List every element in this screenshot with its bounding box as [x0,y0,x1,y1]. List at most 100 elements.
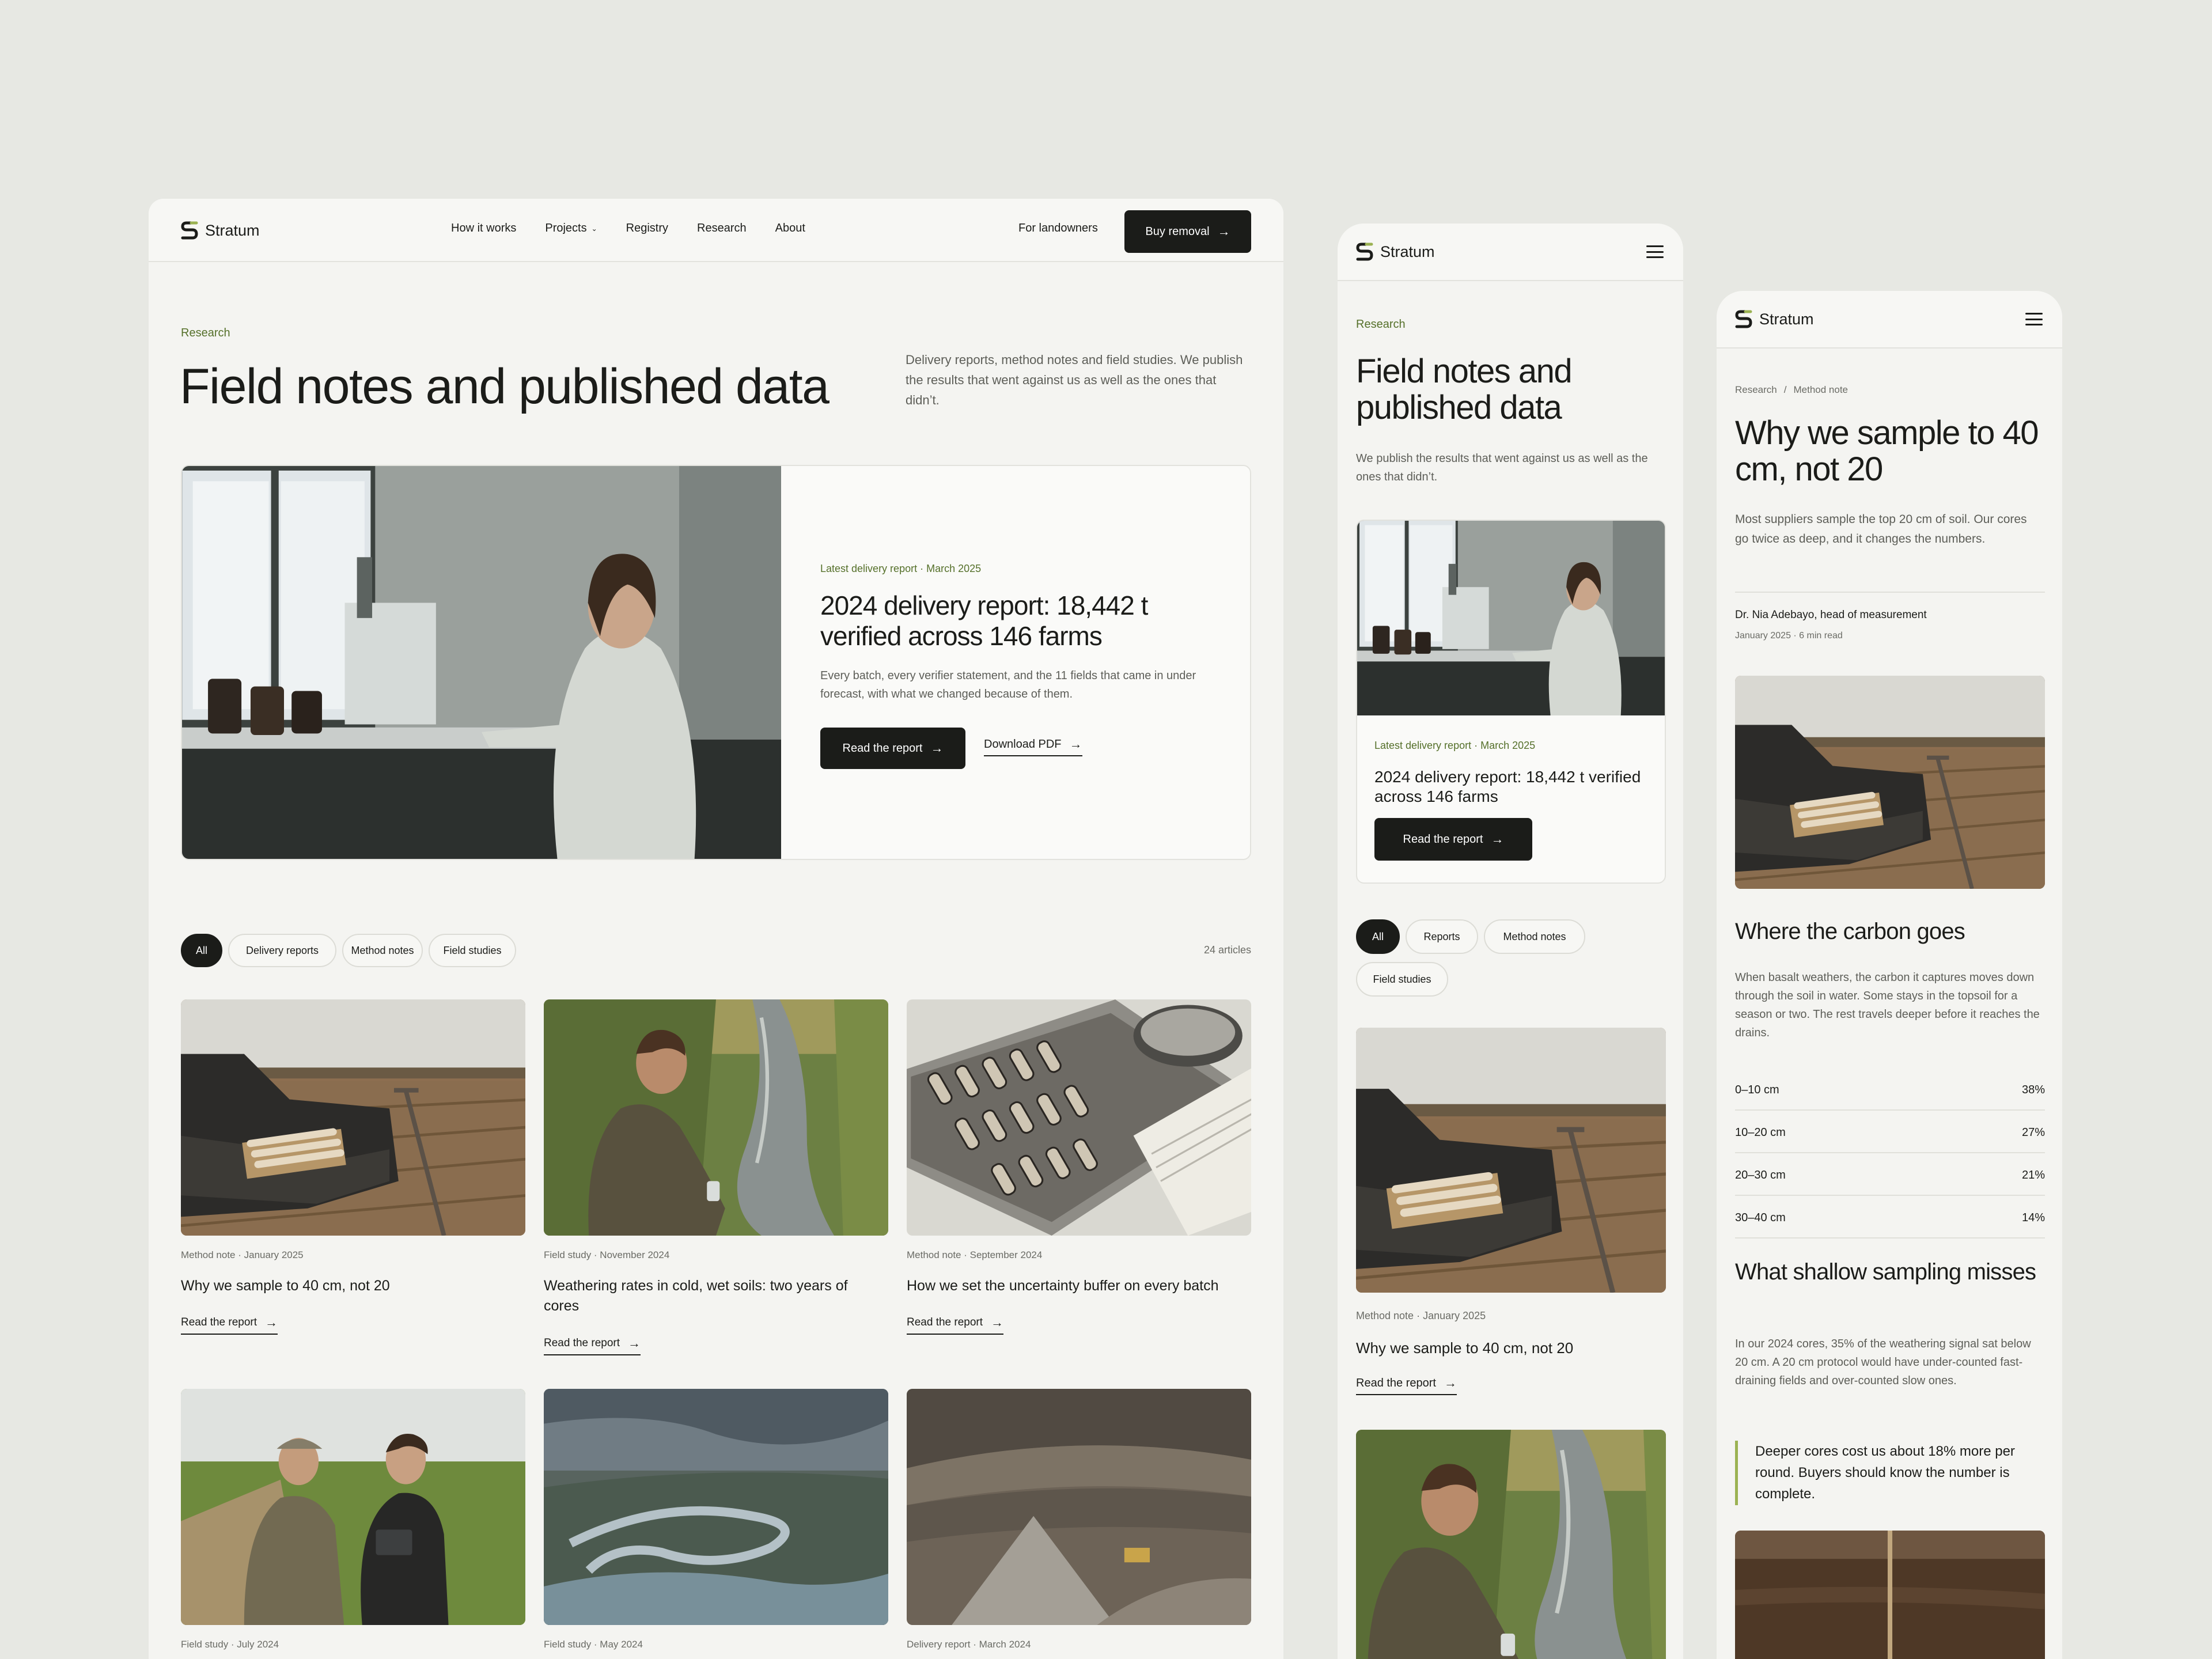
card-title[interactable]: Why we sample to 40 cm, not 20 [1356,1338,1666,1358]
card-image-stream[interactable] [1356,1430,1666,1659]
arrow-right-icon: → [265,1315,278,1330]
card-image-truck[interactable] [181,999,525,1236]
depth-value: 38% [2021,1084,2045,1096]
arrow-right-icon: → [930,741,944,755]
mobile-research-frame: Stratum Research Field notes and publish… [1338,224,1683,1659]
featured-meta: Latest delivery report · March 2025 [1374,740,1536,751]
read-report-link[interactable]: Read the report → [181,1315,278,1335]
depth-value: 14% [2021,1211,2045,1224]
for-landowners-link[interactable]: For landowners [1018,222,1098,235]
card-image-river[interactable] [544,1389,888,1625]
page-intro: We publish the results that went against… [1356,452,1648,483]
breadcrumb-research[interactable]: Research [1735,384,1777,396]
card-meta: Field study · July 2024 [181,1639,279,1650]
brand-logo[interactable]: Stratum [181,221,260,240]
lab-photo [182,466,781,860]
section-heading: Where the carbon goes [1735,919,1965,944]
page-intro: Delivery reports, method notes and field… [906,353,1243,408]
card-image-tray[interactable] [907,999,1251,1236]
card-image-stream[interactable] [544,999,888,1236]
site-header: Stratum How it works Projects ⌄ Registry … [149,199,1283,262]
section-heading: What shallow sampling misses [1735,1259,2036,1285]
mobile-header: Stratum [1338,224,1683,281]
depth-label: 0–10 cm [1735,1084,1779,1096]
soil-pit-image [1735,1531,2045,1659]
filter-delivery-reports[interactable]: Delivery reports [228,934,336,967]
featured-body: Every batch, every verifier statement, a… [820,669,1196,700]
brand-name: Stratum [1380,243,1435,260]
arrow-right-icon: → [991,1315,1004,1330]
card-meta: Method note · January 2025 [1356,1310,1486,1321]
brand-logo[interactable]: Stratum [1356,242,1435,262]
card-meta: Method note · January 2025 [181,1249,304,1260]
read-report-button[interactable]: Read the report → [820,728,965,769]
nav-item-about[interactable]: About [775,222,805,235]
depth-value: 27% [2021,1126,2045,1139]
button-label: Buy removal [1145,225,1210,238]
divider [1735,592,2045,593]
depth-value: 21% [2021,1169,2045,1181]
featured-title: 2024 delivery report: 18,442 t verified … [820,590,1148,651]
nav-item-projects[interactable]: Projects ⌄ [545,222,597,235]
filter-field-studies[interactable]: Field studies [429,934,516,967]
page-title: Field notes and published data [180,359,830,414]
card-title[interactable]: Why we sample to 40 cm, not 20 [181,1276,521,1296]
link-label: Read the report [907,1316,983,1328]
page-eyebrow: Research [181,327,230,339]
featured-report-card[interactable]: Latest delivery report · March 2025 2024… [181,465,1251,860]
filter-method-notes[interactable]: Method notes [1484,919,1585,954]
arrow-right-icon: → [1491,832,1504,846]
depth-row: 30–40 cm 14% [1735,1211,2045,1238]
arrow-right-icon: → [1444,1376,1457,1390]
read-report-button[interactable]: Read the report → [1374,818,1532,861]
featured-title: 2024 delivery report: 18,442 t verified … [1374,768,1641,805]
card-image-truck[interactable] [1356,1028,1666,1293]
breadcrumb: Research / Method note [1735,384,1848,396]
article-count: 24 articles [1203,944,1251,956]
breadcrumb-method-note[interactable]: Method note [1794,384,1849,396]
read-report-link[interactable]: Read the report → [544,1336,641,1355]
read-report-link[interactable]: Read the report → [1356,1376,1457,1395]
filter-reports[interactable]: Reports [1406,919,1478,954]
card-image-farmers[interactable] [181,1389,525,1625]
filter-all[interactable]: All [1356,919,1400,954]
card-image-quarry[interactable] [907,1389,1251,1625]
nav-item-how-it-works[interactable]: How it works [451,222,516,235]
link-label: Read the report [1356,1376,1436,1389]
menu-icon[interactable] [2025,313,2043,325]
featured-report-card[interactable]: Latest delivery report · March 2025 2024… [1356,520,1666,884]
buy-removal-button[interactable]: Buy removal → [1124,210,1251,253]
featured-meta: Latest delivery report · March 2025 [820,563,982,574]
nav-item-research[interactable]: Research [697,222,747,235]
card-title[interactable]: Weathering rates in cold, wet soils: two… [544,1276,884,1316]
button-label: Read the report [1403,832,1483,846]
button-label: Read the report [842,741,923,755]
link-label: Read the report [544,1337,620,1349]
card-meta: Field study · May 2024 [544,1639,643,1650]
page-eyebrow: Research [1356,318,1406,331]
filter-field-studies[interactable]: Field studies [1356,962,1448,997]
article-date: January 2025 · 6 min read [1735,631,1843,641]
desktop-frame: Stratum How it works Projects ⌄ Registry … [149,199,1283,1659]
brand-logo[interactable]: Stratum [1735,309,1814,329]
article-lede: Most suppliers sample the top 20 cm of s… [1735,513,2027,546]
chevron-down-icon: ⌄ [591,224,597,233]
filter-method-notes[interactable]: Method notes [342,934,423,967]
menu-icon[interactable] [1646,245,1664,258]
article-hero-image [1735,676,2045,889]
nav-item-registry[interactable]: Registry [626,222,668,235]
section-body: In our 2024 cores, 35% of the weathering… [1735,1338,2031,1387]
section-body: When basalt weathers, the carbon it capt… [1735,971,2040,1039]
author: Dr. Nia Adebayo, head of measurement [1735,609,1927,621]
brand-name: Stratum [1759,310,1814,328]
card-meta: Field study · November 2024 [544,1249,670,1260]
breadcrumb-separator: / [1783,384,1787,395]
download-pdf-link[interactable]: Download PDF → [984,737,1082,756]
read-report-link[interactable]: Read the report → [907,1315,1004,1335]
card-title[interactable]: How we set the uncertainty buffer on eve… [907,1276,1251,1296]
card-meta: Method note · September 2024 [907,1249,1043,1260]
article-title: Why we sample to 40 cm, not 20 [1735,414,2039,488]
filter-all[interactable]: All [181,934,222,967]
arrow-right-icon: → [628,1336,641,1350]
lab-photo [1357,521,1666,715]
